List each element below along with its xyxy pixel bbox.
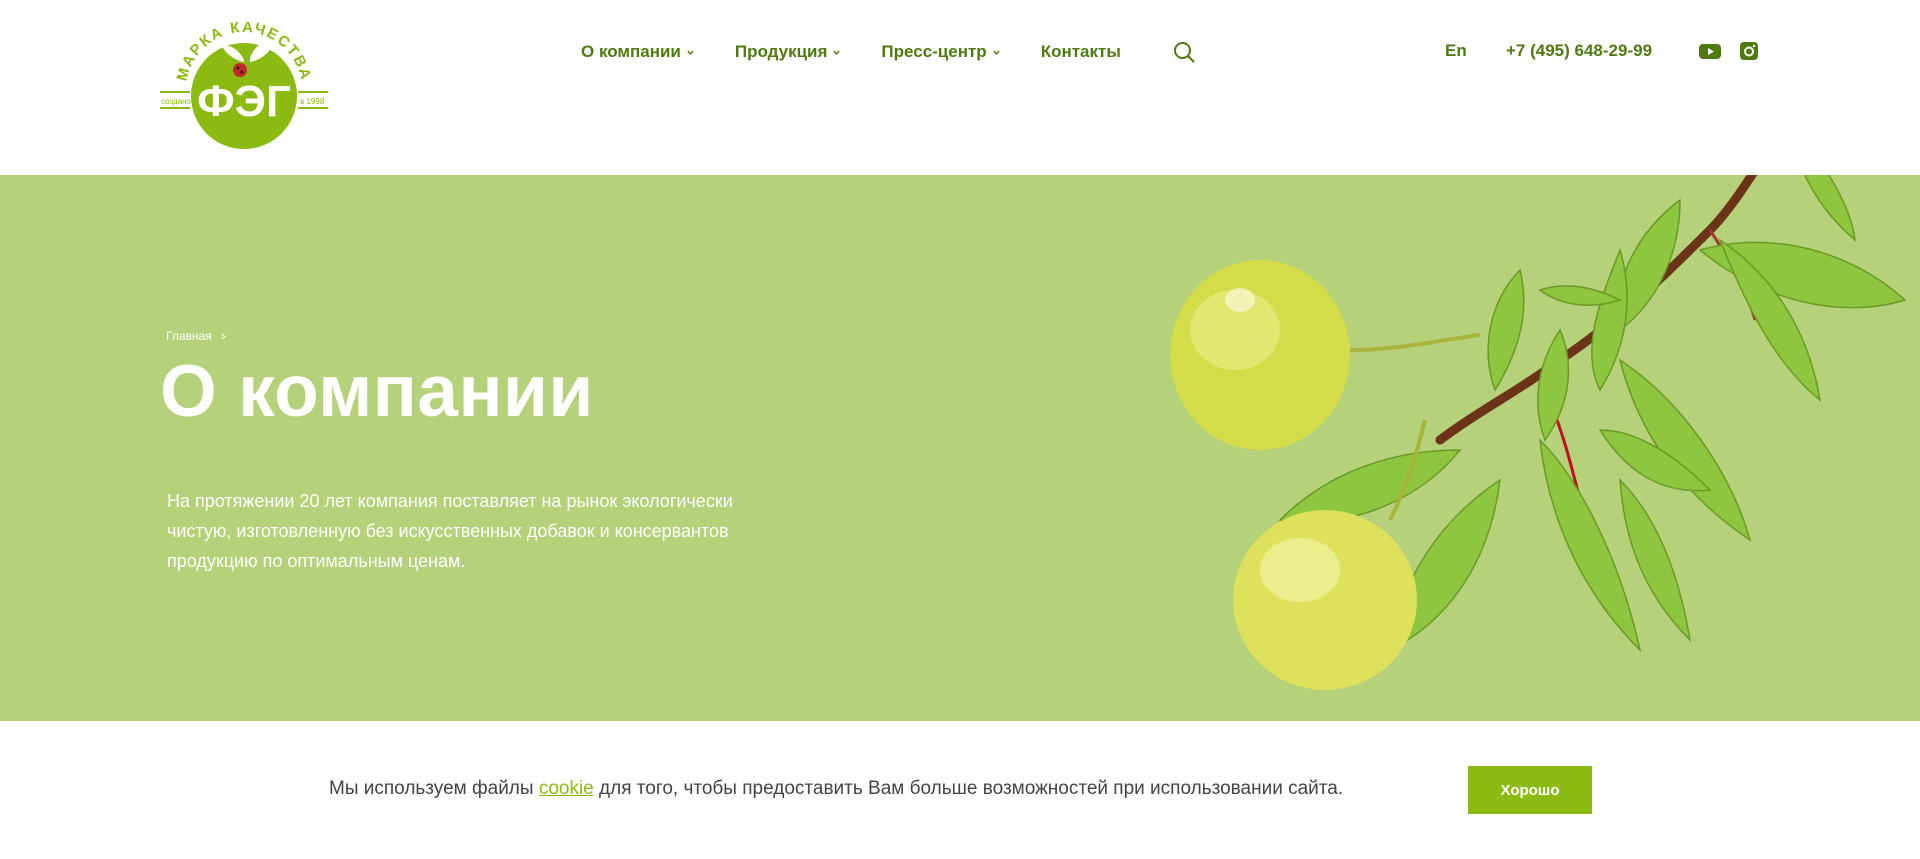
cookie-accept-button[interactable]: Хорошо xyxy=(1468,766,1592,814)
nav-item-label: Продукция xyxy=(734,42,828,61)
logo-left-text: создано xyxy=(161,97,191,106)
language-switch[interactable]: En xyxy=(1445,41,1467,61)
company-logo[interactable]: МАРКА КАЧЕСТВА создано в 1998 ФЭГ xyxy=(158,20,330,150)
intro-text: На протяжении 20 лет компания поставляет… xyxy=(167,486,867,576)
intro-line: На протяжении 20 лет компания поставляет… xyxy=(167,491,733,511)
cookie-banner: Мы используем файлы cookie для того, что… xyxy=(0,721,1920,859)
intro-line: продукцию по оптимальным ценам. xyxy=(167,551,466,571)
cookie-link[interactable]: cookie xyxy=(539,778,594,799)
nav-item-label: Контакты xyxy=(1040,42,1121,61)
phone-link[interactable]: +7 (495) 648-29-99 xyxy=(1506,41,1652,61)
site-header: МАРКА КАЧЕСТВА создано в 1998 ФЭГ О комп… xyxy=(0,0,1920,175)
nav-item-products[interactable]: Продукция xyxy=(735,42,842,62)
plum-branch-illustration xyxy=(1170,175,1907,690)
nav-item-about[interactable]: О компании xyxy=(581,42,695,62)
nav-item-label: Пресс-центр xyxy=(881,42,987,61)
chevron-down-icon xyxy=(833,50,841,55)
cookie-text-after: для того, чтобы предоставить Вам больше … xyxy=(593,778,1344,799)
chevron-right-icon xyxy=(221,333,226,339)
nav-item-press[interactable]: Пресс-центр xyxy=(881,42,1000,62)
logo-right-text: в 1998 xyxy=(300,97,325,106)
nav-item-contacts[interactable]: Контакты xyxy=(1041,42,1121,62)
cookie-message: Мы используем файлы cookie для того, что… xyxy=(329,778,1343,800)
breadcrumb-home[interactable]: Главная xyxy=(166,329,212,343)
youtube-icon[interactable] xyxy=(1699,41,1721,61)
intro-line: чистую, изготовленную без искусственных … xyxy=(167,521,729,541)
logo-brand-text: ФЭГ xyxy=(197,77,291,126)
nav-item-label: О компании xyxy=(581,42,681,61)
instagram-icon[interactable] xyxy=(1738,41,1760,61)
chevron-down-icon xyxy=(992,50,1000,55)
cookie-text-before: Мы используем файлы xyxy=(329,778,539,799)
breadcrumb: Главная xyxy=(166,329,227,343)
main-nav: О компании Продукция Пресс-центр Контакт… xyxy=(581,40,1161,64)
search-icon[interactable] xyxy=(1172,40,1196,64)
chevron-down-icon xyxy=(687,50,694,55)
hero-section: Главная О компании На протяжении 20 лет … xyxy=(0,175,1920,721)
page-title: О компании xyxy=(160,351,594,432)
